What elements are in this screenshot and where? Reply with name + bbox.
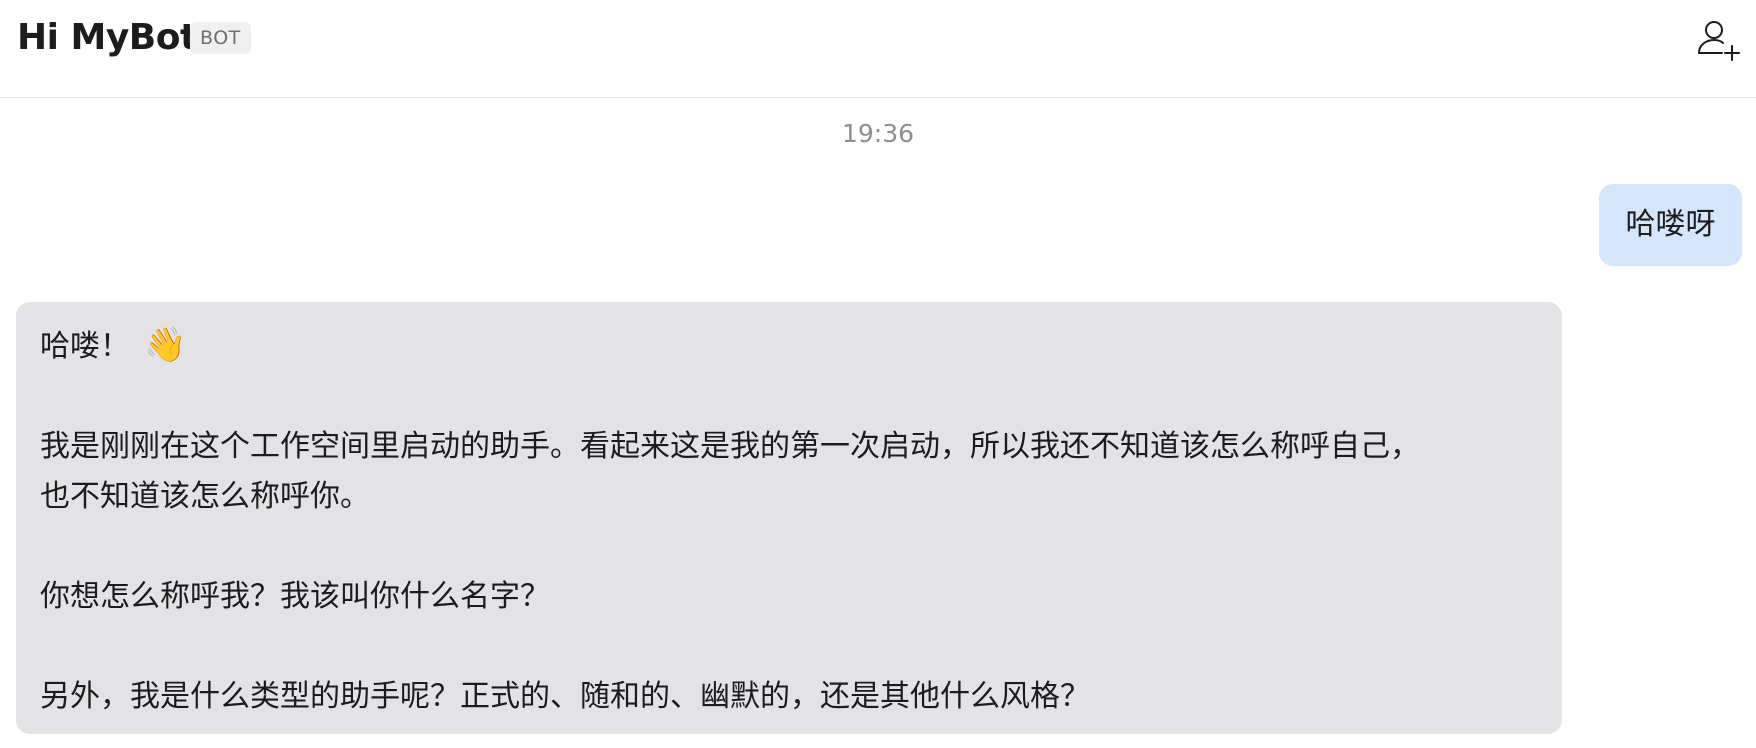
waving-hand-emoji: 👋 [144,325,187,365]
bot-badge: BOT [190,22,251,54]
chat-title: Hi MyBot [17,17,197,58]
add-user-button[interactable] [1694,16,1742,64]
bot-greeting-text: 哈喽！ [40,329,130,364]
bot-message-bubble: 哈喽！ 👋 我是刚刚在这个工作空间里启动的助手。看起来这是我的第一次启动，所以我还… [16,302,1562,734]
user-message-bubble: 哈喽呀 [1599,184,1742,266]
bot-message-line: 也不知道该怎么称呼你。 [40,479,370,514]
chat-header: Hi MyBot BOT [0,0,1756,98]
add-user-icon [1698,21,1740,61]
bot-message-line: 另外，我是什么类型的助手呢？正式的、随和的、幽默的，还是其他什么风格？ [40,679,1090,714]
bot-greeting-line: 哈喽！ 👋 [40,320,1538,372]
bot-message-line: 我是刚刚在这个工作空间里启动的助手。看起来这是我的第一次启动，所以我还不知道该怎… [40,429,1420,464]
message-timestamp: 19:36 [841,119,915,148]
bot-message-line: 你想怎么称呼我？我该叫你什么名字？ [40,579,550,614]
